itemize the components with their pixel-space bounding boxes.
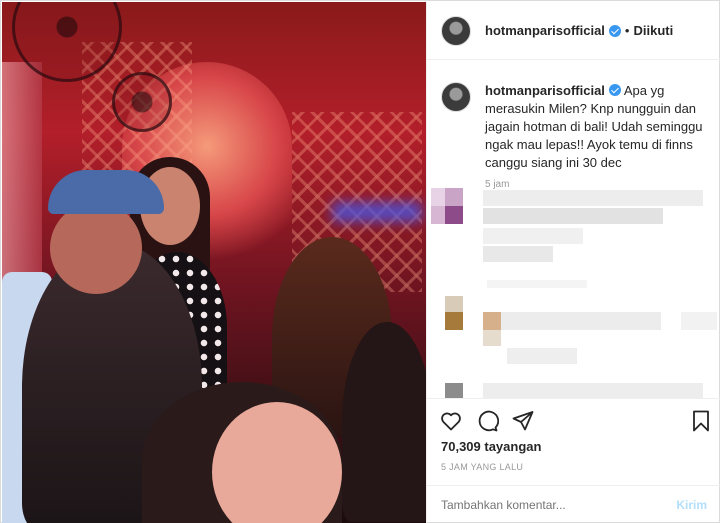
post-frame: hotmanparisofficial • Diikuti hotmanpari… bbox=[0, 0, 720, 523]
person-cap bbox=[48, 170, 164, 214]
post-side-panel: hotmanparisofficial • Diikuti hotmanpari… bbox=[426, 2, 720, 523]
header-username[interactable]: hotmanparisofficial bbox=[485, 23, 605, 38]
person-head bbox=[50, 202, 142, 294]
post-video[interactable] bbox=[2, 2, 426, 523]
ceiling-fan bbox=[112, 72, 172, 132]
separator-dot: • bbox=[624, 23, 630, 38]
heart-icon[interactable] bbox=[439, 409, 463, 433]
avatar[interactable] bbox=[441, 15, 471, 46]
caption-text: hotmanparisofficial Apa yg merasukin Mil… bbox=[485, 82, 711, 172]
comment-icon[interactable] bbox=[475, 409, 499, 433]
bookmark-icon[interactable] bbox=[689, 409, 713, 433]
view-count[interactable]: 70,309 tayangan bbox=[441, 439, 541, 454]
caption-username[interactable]: hotmanparisofficial bbox=[485, 83, 605, 98]
verified-badge-icon bbox=[608, 84, 621, 96]
post-timestamp: 5 JAM YANG LALU bbox=[441, 462, 524, 472]
action-bar bbox=[427, 398, 720, 438]
follow-status-button[interactable]: Diikuti bbox=[633, 23, 673, 38]
post-header: hotmanparisofficial • Diikuti bbox=[427, 2, 720, 60]
person-figure bbox=[342, 322, 426, 522]
censored-comments bbox=[427, 188, 720, 398]
neon-light bbox=[332, 202, 422, 222]
caption: hotmanparisofficial Apa yg merasukin Mil… bbox=[441, 82, 711, 172]
verified-badge-icon bbox=[608, 24, 621, 37]
avatar[interactable] bbox=[441, 82, 471, 112]
share-icon[interactable] bbox=[511, 409, 535, 433]
comment-form: Kirim bbox=[427, 485, 720, 523]
comment-input[interactable] bbox=[441, 498, 641, 512]
post-comment-button[interactable]: Kirim bbox=[676, 498, 707, 512]
